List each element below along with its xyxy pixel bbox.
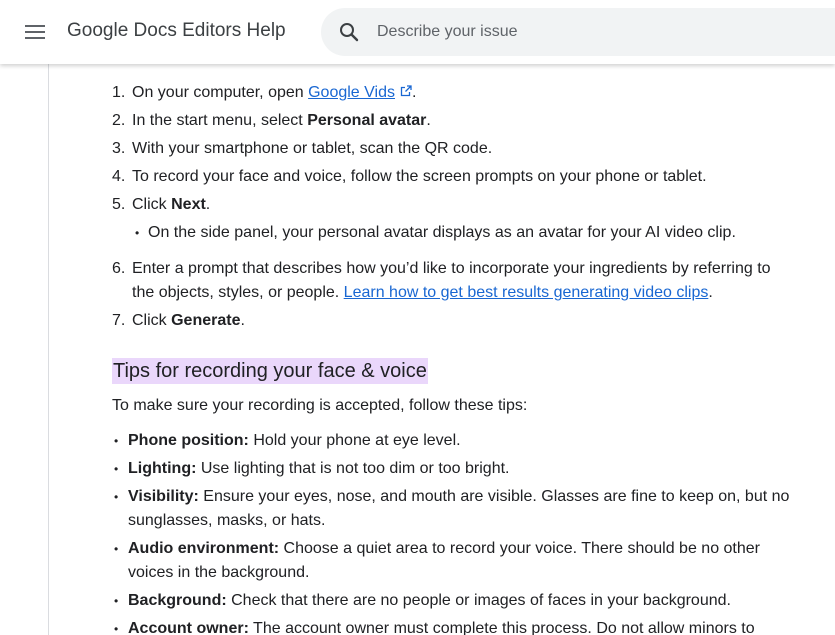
bullet-icon: • (114, 622, 119, 635)
step-4: To record your face and voice, follow th… (132, 168, 707, 185)
bullet-icon: • (114, 542, 119, 556)
step-number: 6. (112, 260, 126, 277)
tip-visibility-line-2: sunglasses, masks, or hats. (128, 512, 326, 529)
step-3: With your smartphone or tablet, scan the… (132, 140, 493, 157)
bullet-icon: • (114, 462, 119, 476)
bullet-icon: • (114, 594, 119, 608)
next-label: Next (171, 196, 206, 213)
step-6-line-2: the objects, styles, or people. Learn ho… (132, 284, 713, 301)
external-link-icon[interactable] (400, 85, 412, 97)
step-number: 3. (112, 140, 126, 157)
bullet-icon: • (114, 434, 119, 448)
step-5-subitem: On the side panel, your personal avatar … (148, 224, 736, 241)
search-icon[interactable] (337, 20, 361, 44)
help-page: 1. On your computer, open Google Vids. 2… (0, 0, 835, 635)
step-number: 4. (112, 168, 126, 185)
tip-phone-position: Phone position: Hold your phone at eye l… (128, 432, 461, 449)
step-number: 7. (112, 312, 126, 329)
step-1: On your computer, open Google Vids. (132, 84, 417, 101)
search-box[interactable] (321, 8, 835, 56)
article-content: 1. On your computer, open Google Vids. 2… (0, 0, 835, 635)
bullet-icon: • (114, 490, 119, 504)
tip-lighting: Lighting: Use lighting that is not too d… (128, 460, 510, 477)
step-number: 1. (112, 84, 126, 101)
tip-visibility: Visibility: Ensure your eyes, nose, and … (128, 488, 790, 505)
step-7: Click Generate. (132, 312, 245, 329)
tip-background: Background: Check that there are no peop… (128, 592, 731, 609)
hamburger-menu-icon[interactable] (25, 24, 47, 40)
generate-label: Generate (171, 312, 241, 329)
step-5: Click Next. (132, 196, 211, 213)
main-menu-button[interactable] (18, 16, 54, 48)
tip-audio-environment: Audio environment: Choose a quiet area t… (128, 540, 760, 557)
personal-avatar-label: Personal avatar (307, 112, 427, 129)
step-1-text: On your computer, open (132, 84, 309, 101)
app-header: Google Docs Editors Help (0, 0, 835, 64)
tips-intro: To make sure your recording is accepted,… (112, 397, 528, 414)
step-2: In the start menu, select Personal avata… (132, 112, 431, 129)
step-number: 5. (112, 196, 126, 213)
best-results-link[interactable]: Learn how to get best results generating… (344, 284, 709, 301)
bullet-icon: • (135, 226, 140, 240)
step-number: 2. (112, 112, 126, 129)
tip-audio-line-2: voices in the background. (128, 564, 310, 581)
google-vids-link[interactable]: Google Vids (308, 84, 395, 101)
product-title[interactable]: Google Docs Editors Help (67, 20, 286, 42)
step-6-line-1: Enter a prompt that describes how you’d … (132, 260, 771, 277)
search-input[interactable] (377, 16, 817, 48)
tip-account-owner: Account owner: The account owner must co… (128, 620, 755, 635)
tips-heading: Tips for recording your face & voice (112, 358, 428, 384)
